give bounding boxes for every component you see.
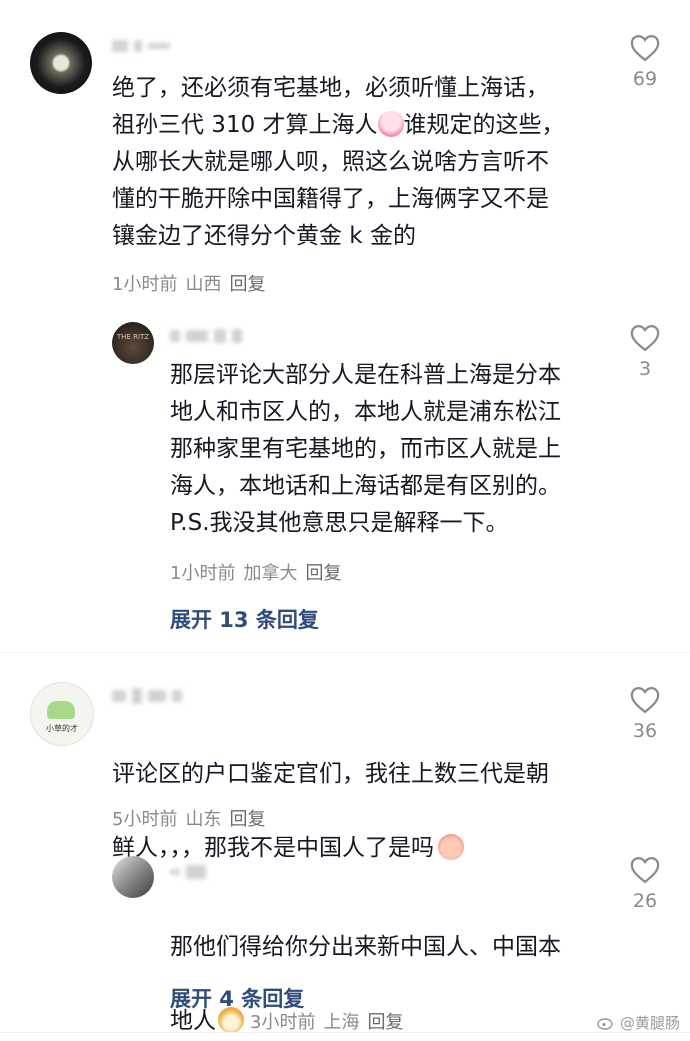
comment-text: 那层评论大部分人是在科普上海是分本 地人和市区人的，本地人就是浦东松江 那种家里… [170,362,561,536]
like-button[interactable]: 26 [615,856,675,912]
username-blurred[interactable] [170,326,248,346]
reply-button[interactable]: 回复 [229,274,265,295]
heart-outline-icon [630,686,660,714]
comment-text-line: 评论区的户口鉴定官们，我往上数三代是朝 [112,761,549,787]
comment-time: 1小时前 [112,274,178,295]
heart-outline-icon [630,856,660,884]
like-button[interactable]: 36 [615,686,675,742]
comment-time: 5小时前 [112,809,178,830]
comment-text: 评论区的户口鉴定官们，我往上数三代是朝 鲜人，，，那我不是中国人了是吗 [112,719,612,867]
comment-meta-inline: 3小时前 上海 回复 [250,1012,411,1033]
emoji-peach-icon [438,834,464,860]
divider [0,652,690,653]
watermark: @黄腿肠 [597,1012,680,1033]
reply-button[interactable]: 回复 [367,1012,403,1033]
reply-button[interactable]: 回复 [305,563,341,584]
reply-button[interactable]: 回复 [229,809,265,830]
comment-text: 那他们得给你分出来新中国人、中国本 地人 3小时前 上海 回复 [170,892,610,1041]
like-button[interactable]: 69 [615,34,675,90]
username-blurred[interactable] [112,686,188,706]
avatar[interactable]: THE RITZ [112,322,154,364]
emoji-crying-icon [377,111,404,137]
avatar[interactable]: 小草的才 [30,682,94,746]
heart-outline-icon [630,34,660,62]
avatar-logo-text: THE RITZ [116,333,150,341]
avatar[interactable] [112,856,154,898]
weibo-logo-icon [597,1018,613,1030]
like-count: 26 [632,890,658,912]
expand-replies-button[interactable]: 展开 4 条回复 [170,983,304,1013]
like-button[interactable]: 3 [615,324,675,380]
expand-replies-button[interactable]: 展开 13 条回复 [170,604,319,634]
comment-time: 3小时前 [250,1012,316,1033]
like-count: 36 [632,720,658,742]
like-count: 3 [638,358,652,380]
comment-meta: 5小时前 山东 回复 [112,805,273,831]
comment-location: 上海 [323,1012,360,1033]
comment-location: 加拿大 [243,563,298,584]
watermark-text: @黄腿肠 [619,1014,680,1032]
avatar-text: 小草的才 [46,724,78,733]
comment-location: 山西 [185,274,222,295]
comment-time: 1小时前 [170,563,236,584]
comment-text-line: 那他们得给你分出来新中国人、中国本 [170,934,561,960]
comment-text: 绝了，还必须有宅基地，必须听懂上海话， 祖孙三代 310 才算上海人 谁规定的这些… [112,70,602,255]
comment-text-line: 鲜人，，，那我不是中国人了是吗 [112,835,434,861]
comment-location: 山东 [185,809,222,830]
username-blurred[interactable] [170,862,212,882]
avatar[interactable] [30,32,92,94]
comment-meta: 1小时前 加拿大 回复 [170,559,349,585]
like-count: 69 [632,68,658,90]
comment-meta: 1小时前 山西 回复 [112,270,273,296]
heart-outline-icon [630,324,660,352]
username-blurred[interactable] [112,36,176,56]
divider [0,1032,690,1033]
